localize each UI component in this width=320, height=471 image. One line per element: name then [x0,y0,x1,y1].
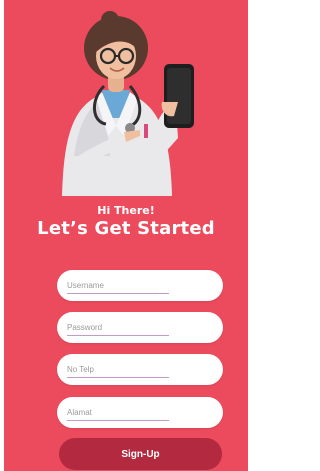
username-underline [67,293,169,294]
page-title: Let’s Get Started [37,218,215,239]
signup-screen: Hi There! Let’s Get Started Sign-Up [4,0,248,471]
password-input[interactable] [67,320,167,334]
address-underline [67,420,169,421]
phone-underline [67,377,169,378]
phone-field[interactable] [57,354,223,385]
username-field[interactable] [57,270,223,301]
phone-input[interactable] [67,362,167,376]
password-underline [67,335,169,336]
address-input[interactable] [67,405,167,419]
greeting-text: Hi There! [97,204,155,217]
address-field[interactable] [57,397,223,428]
password-field[interactable] [57,312,223,343]
username-input[interactable] [67,278,167,292]
signup-button[interactable]: Sign-Up [59,438,222,470]
doctor-illustration [62,11,194,196]
